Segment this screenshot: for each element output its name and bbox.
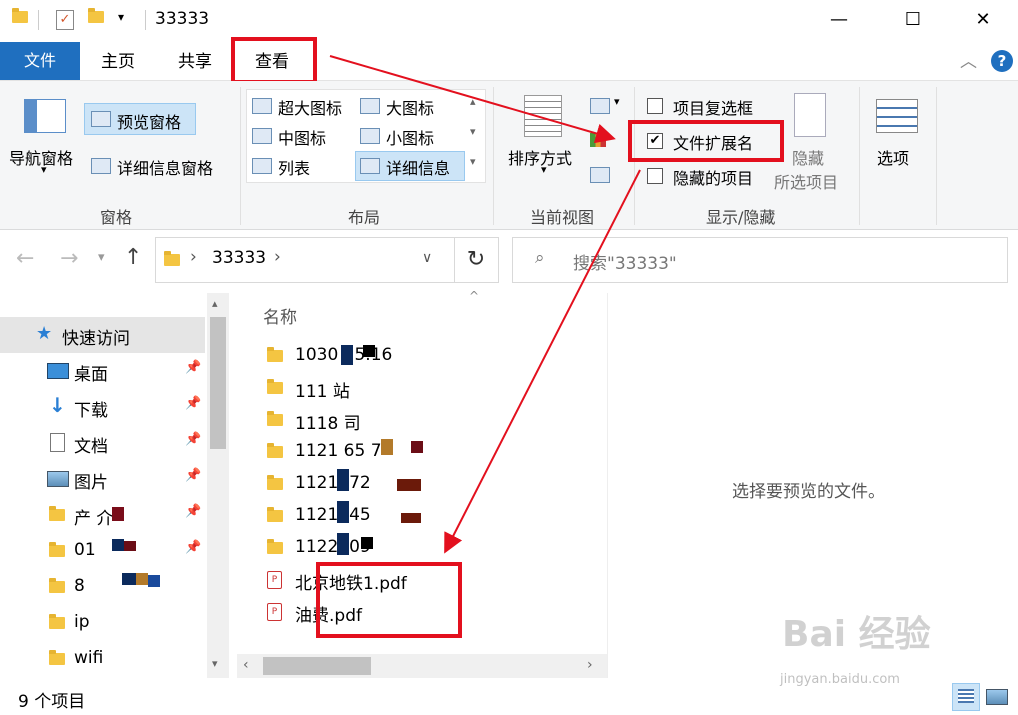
arrow-to-file-extensions [329, 55, 616, 144]
arrow-to-pdf-files [444, 169, 641, 554]
annotation-arrows [329, 55, 641, 554]
